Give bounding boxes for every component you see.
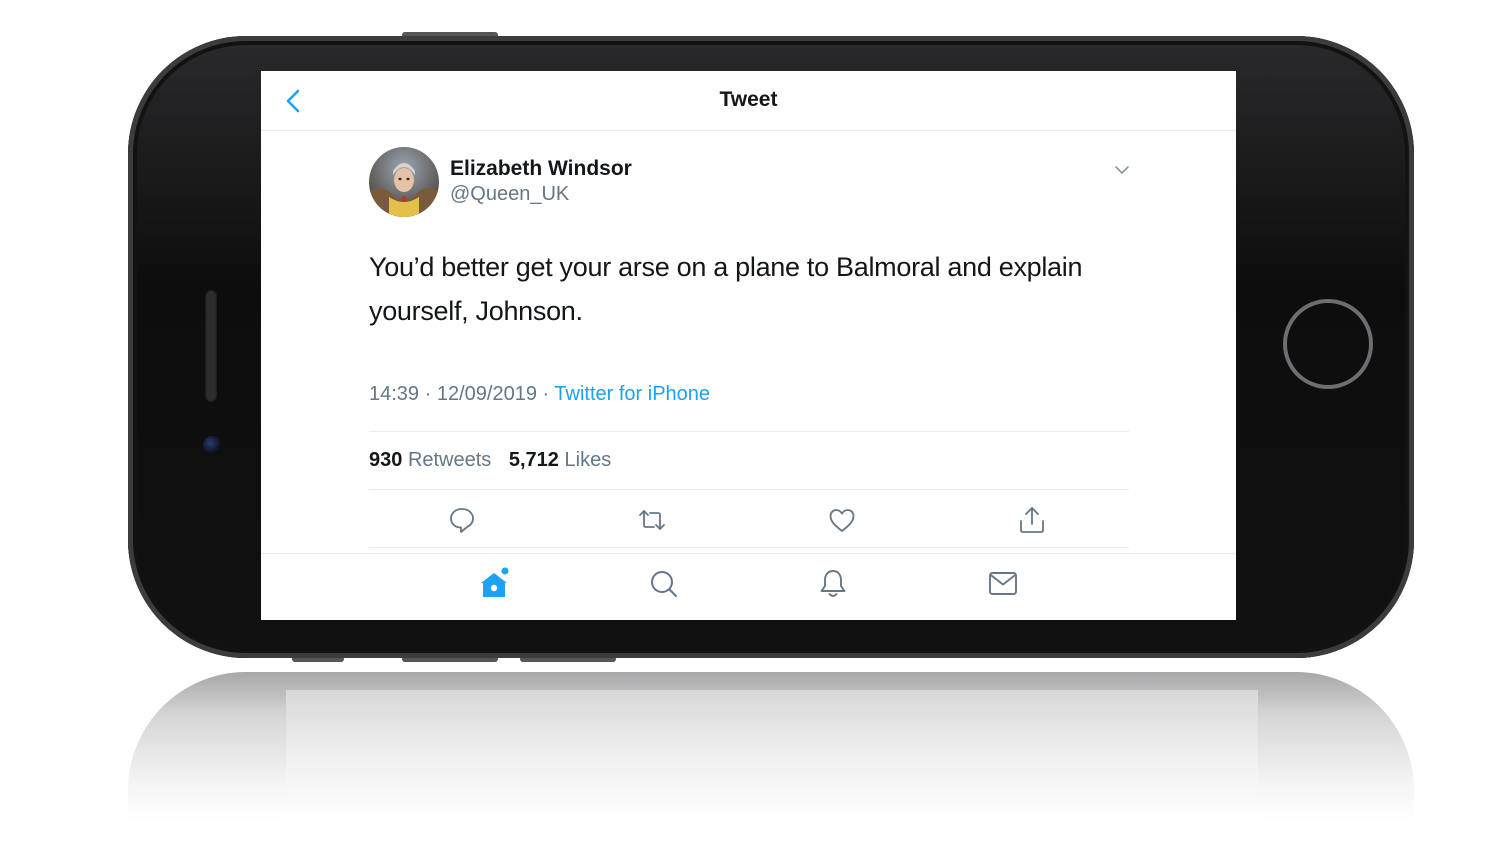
likes-count: 5,712 bbox=[508, 449, 559, 471]
tweet-meta: 14:39 · 12/09/2019 · Twitter for iPhone bbox=[369, 383, 710, 406]
earpiece-speaker bbox=[205, 290, 217, 402]
likes-label: Likes bbox=[564, 449, 612, 471]
home-button[interactable] bbox=[1283, 299, 1373, 389]
more-options-button[interactable] bbox=[1113, 163, 1131, 177]
reply-icon bbox=[450, 508, 474, 533]
meta-separator: · bbox=[424, 383, 432, 405]
retweets-count: 930 bbox=[369, 449, 403, 471]
tweet-actions bbox=[369, 499, 1129, 541]
phone-screen: Tweet Elizabeth Windsor @Queen_UK You’d … bbox=[261, 71, 1236, 620]
retweets-label: Retweets bbox=[407, 449, 492, 471]
tweet-source-link[interactable]: Twitter for iPhone bbox=[554, 383, 710, 405]
retweet-button[interactable] bbox=[637, 505, 667, 535]
tab-notifications[interactable] bbox=[817, 566, 849, 600]
avatar[interactable] bbox=[369, 147, 439, 217]
tab-home[interactable] bbox=[478, 566, 510, 600]
likes-stat[interactable]: 5,712 Likes bbox=[509, 449, 611, 471]
author-handle[interactable]: @Queen_UK bbox=[450, 183, 569, 206]
tweet-date: 12/09/2019 bbox=[436, 383, 537, 405]
chevron-down-icon bbox=[1115, 166, 1129, 174]
page-title: Tweet bbox=[719, 88, 778, 111]
nav-bar: Tweet bbox=[261, 71, 1236, 131]
share-icon bbox=[1020, 507, 1044, 533]
divider bbox=[369, 489, 1129, 490]
tweet-stats: 930 Retweets 5,712 Likes bbox=[369, 449, 611, 472]
like-icon bbox=[829, 509, 855, 532]
author-name[interactable]: Elizabeth Windsor bbox=[450, 157, 632, 181]
tab-messages[interactable] bbox=[987, 566, 1019, 600]
like-button[interactable] bbox=[827, 505, 857, 535]
retweet-icon bbox=[639, 510, 665, 530]
divider bbox=[369, 431, 1129, 432]
reply-button[interactable] bbox=[447, 505, 477, 535]
notifications-icon bbox=[820, 570, 846, 597]
tweet-text: You’d better get your arse on a plane to… bbox=[369, 252, 1083, 326]
front-camera bbox=[203, 436, 221, 454]
share-button[interactable] bbox=[1017, 505, 1047, 535]
tab-search[interactable] bbox=[648, 566, 680, 600]
retweets-stat[interactable]: 930 Retweets bbox=[369, 449, 491, 471]
search-icon bbox=[651, 571, 677, 597]
tweet-time: 14:39 bbox=[369, 383, 420, 405]
meta-separator: · bbox=[542, 383, 550, 405]
screen-reflection bbox=[286, 690, 1258, 820]
tab-bar bbox=[261, 553, 1236, 620]
messages-icon bbox=[989, 572, 1017, 595]
divider bbox=[369, 547, 1129, 548]
home-icon bbox=[481, 567, 509, 597]
